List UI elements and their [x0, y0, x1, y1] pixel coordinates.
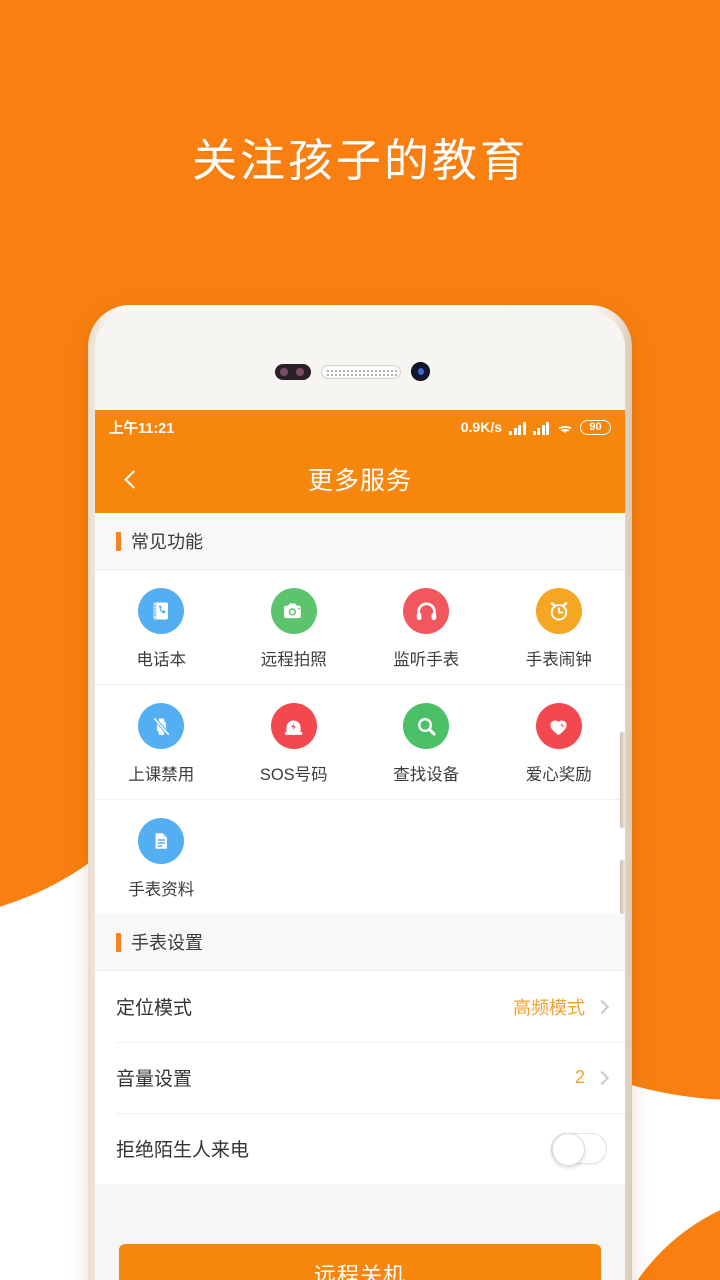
- wifi-icon: [556, 422, 573, 435]
- cta-container: 远程关机: [95, 1244, 625, 1280]
- feature-label: 爱心奖励: [525, 766, 592, 784]
- chevron-right-icon: [594, 1070, 610, 1085]
- feature-label: 电话本: [136, 651, 187, 669]
- section-accent-bar: [116, 531, 121, 551]
- earpiece-speaker-icon: [321, 365, 401, 379]
- feature-row: 上课禁用 SOS号码 查找设备 爱心奖励: [95, 685, 625, 800]
- chevron-left-icon: [123, 469, 143, 489]
- proximity-sensor-icon: [275, 364, 311, 380]
- feature-item-sos[interactable]: SOS号码: [228, 685, 361, 799]
- headphones-icon: [403, 588, 450, 634]
- remote-shutdown-button[interactable]: 远程关机: [119, 1244, 601, 1280]
- feature-row: 手表资料: [95, 800, 625, 914]
- feature-item-love-reward[interactable]: 爱心奖励: [493, 685, 626, 799]
- feature-item-phonebook[interactable]: 电话本: [95, 570, 228, 684]
- signal-bars-icon-2: [532, 422, 549, 435]
- feature-row: 电话本 远程拍照 监听手表 手表闹钟: [95, 570, 625, 685]
- phone-mockup: 上午11:21 0.9K/s 90 更多服务 常见功能 电话本 远程拍照 监听手…: [88, 305, 632, 1280]
- reject-strangers-toggle[interactable]: [551, 1133, 607, 1166]
- feature-item-empty: [360, 800, 493, 914]
- section-header-settings: 手表设置: [95, 914, 625, 971]
- feature-label: 查找设备: [393, 766, 460, 784]
- app-navbar: 更多服务: [95, 445, 625, 513]
- settings-list: 定位模式 高频模式 音量设置 2 拒绝陌生人来电: [95, 971, 625, 1184]
- watch-disabled-icon: [138, 703, 185, 749]
- magnifier-icon: [403, 703, 450, 749]
- promo-headline: 关注孩子的教育: [191, 135, 528, 186]
- setting-row-volume[interactable]: 音量设置 2: [95, 1042, 625, 1113]
- feature-label: 手表闹钟: [525, 651, 592, 669]
- feature-item-watch-info[interactable]: 手表资料: [95, 800, 228, 914]
- feature-label: 远程拍照: [260, 651, 327, 669]
- phonebook-icon: [138, 588, 185, 634]
- setting-row-location-mode[interactable]: 定位模式 高频模式: [95, 971, 625, 1042]
- setting-label: 音量设置: [116, 1069, 193, 1090]
- setting-label: 拒绝陌生人来电: [116, 1140, 250, 1161]
- page-title: 更多服务: [307, 467, 412, 495]
- section-accent-bar: [116, 932, 121, 952]
- feature-item-remote-photo[interactable]: 远程拍照: [228, 570, 361, 684]
- network-speed-text: 0.9K/s: [460, 419, 502, 435]
- volume-button[interactable]: [620, 732, 625, 828]
- feature-item-class-disable[interactable]: 上课禁用: [95, 685, 228, 799]
- phone-earpiece-area: [95, 312, 625, 410]
- app-screen: 上午11:21 0.9K/s 90 更多服务 常见功能 电话本 远程拍照 监听手…: [95, 410, 625, 1280]
- feature-item-listen[interactable]: 监听手表: [360, 570, 493, 684]
- feature-item-watch-alarm[interactable]: 手表闹钟: [493, 570, 626, 684]
- battery-indicator: 90: [580, 420, 611, 435]
- back-button[interactable]: [107, 445, 159, 513]
- power-button[interactable]: [620, 860, 625, 914]
- feature-item-empty: [493, 800, 626, 914]
- promo-screenshot: 关注孩子的教育 上午11:21 0.9K/s 90 更多服务 常见功能 电话本 …: [0, 0, 720, 1280]
- footer-spacer: [95, 1184, 625, 1244]
- section-title: 手表设置: [131, 933, 203, 953]
- section-title: 常见功能: [131, 532, 203, 552]
- toggle-knob: [552, 1133, 585, 1166]
- heart-icon: [535, 703, 582, 749]
- feature-item-find-device[interactable]: 查找设备: [360, 685, 493, 799]
- feature-label: 手表资料: [128, 881, 195, 899]
- feature-label: 上课禁用: [128, 766, 195, 784]
- signal-bars-icon: [509, 422, 526, 435]
- feature-item-empty: [228, 800, 361, 914]
- document-icon: [138, 818, 185, 864]
- alarm-clock-icon: [535, 588, 582, 634]
- section-header-features: 常见功能: [95, 513, 625, 570]
- status-bar-time: 上午11:21: [109, 421, 175, 437]
- setting-value: 2: [574, 1067, 585, 1087]
- setting-value: 高频模式: [513, 997, 585, 1018]
- feature-label: SOS号码: [259, 766, 328, 784]
- setting-row-reject-strangers[interactable]: 拒绝陌生人来电: [95, 1113, 625, 1184]
- status-bar: 上午11:21 0.9K/s 90: [95, 410, 625, 445]
- siren-icon: [270, 703, 317, 749]
- front-camera-icon: [411, 362, 430, 381]
- chevron-right-icon: [594, 999, 610, 1014]
- setting-label: 定位模式: [116, 998, 193, 1019]
- camera-icon: [270, 588, 317, 634]
- phone-bezel: 上午11:21 0.9K/s 90 更多服务 常见功能 电话本 远程拍照 监听手…: [95, 312, 625, 1280]
- feature-label: 监听手表: [393, 651, 460, 669]
- feature-grid: 电话本 远程拍照 监听手表 手表闹钟 上课禁用 SOS号码 查找设备 爱心奖励 …: [95, 570, 625, 914]
